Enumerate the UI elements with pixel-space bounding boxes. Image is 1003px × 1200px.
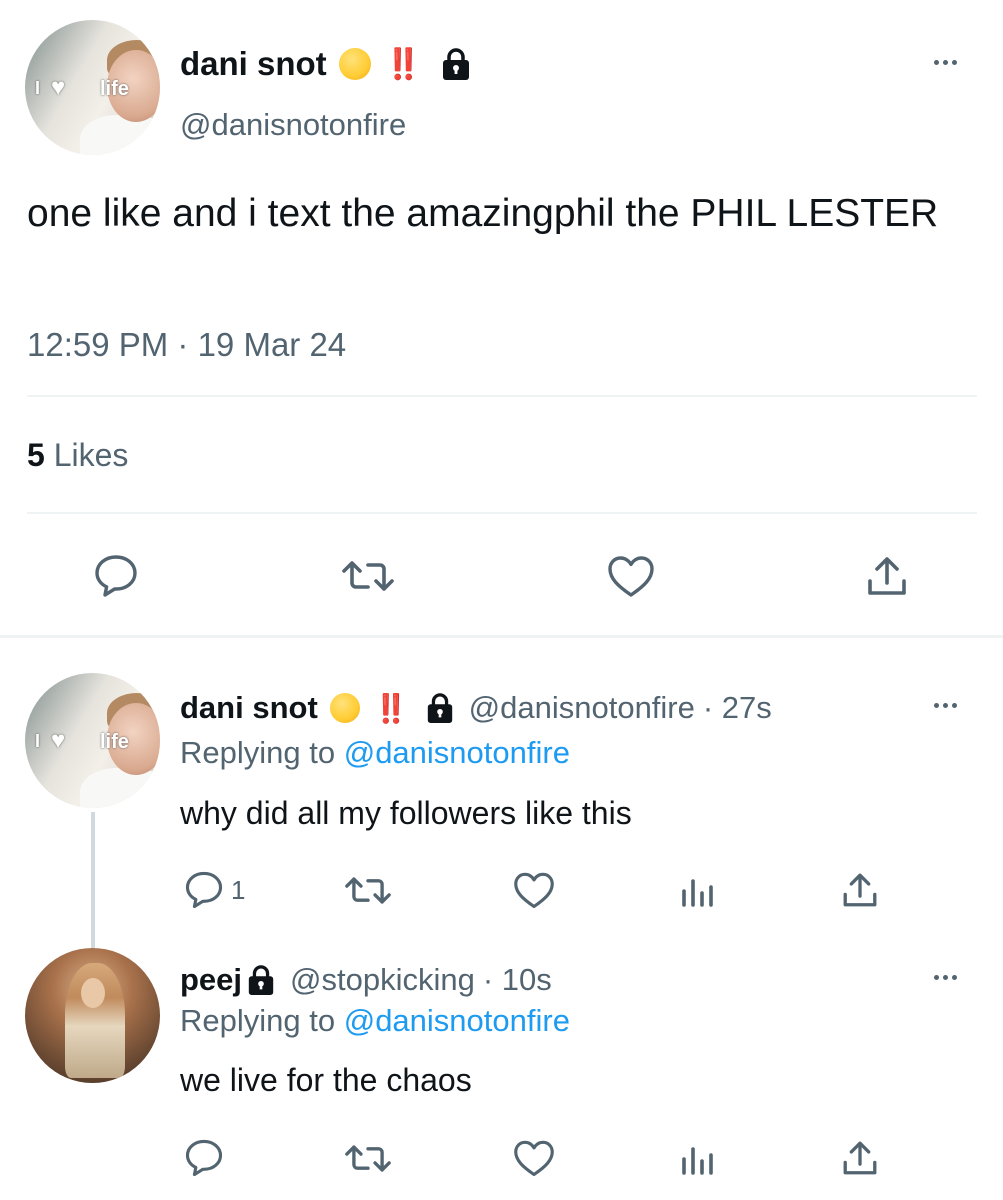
reply-text: why did all my followers like this [180, 795, 632, 831]
reply-icon [95, 555, 137, 597]
retweet-button[interactable] [343, 1140, 393, 1177]
retweet-icon [345, 1145, 391, 1172]
retweet-icon [342, 561, 394, 591]
share-icon [843, 1141, 877, 1175]
replying-handle-link[interactable]: @danisnotonfire [344, 1003, 570, 1038]
avatar-sticker-life: life [100, 731, 129, 753]
smirk-emoji-icon [338, 48, 371, 80]
author-name-row: dani snot ‼️ [180, 42, 472, 86]
avatar[interactable]: I ♥ life [25, 673, 160, 808]
replying-prefix: Replying to [180, 735, 336, 770]
share-icon [868, 557, 906, 595]
avatar-sticker-life: life [100, 78, 129, 100]
reply-icon [185, 871, 223, 909]
heart-icon: ♥ [51, 727, 66, 754]
avatar[interactable]: I ♥ life [25, 20, 160, 155]
analytics-icon [682, 879, 713, 907]
lock-icon [425, 692, 455, 724]
divider [27, 512, 977, 514]
reply-time[interactable]: · 10s [483, 962, 552, 998]
analytics-button[interactable] [680, 873, 716, 909]
avatar-shirt [80, 768, 160, 808]
like-button[interactable] [512, 1138, 556, 1178]
display-name[interactable]: dani snot [180, 690, 318, 726]
bang-emoji: ‼️ [384, 47, 422, 81]
reply-button[interactable] [183, 1138, 225, 1178]
reply-button[interactable] [92, 553, 140, 599]
display-name[interactable]: peej [180, 962, 242, 998]
divider [27, 395, 977, 397]
main-tweet: I ♥ life dani snot ‼️ @danisnotonfire on… [0, 0, 1003, 635]
avatar-shirt [80, 115, 160, 155]
share-icon [843, 873, 877, 907]
likes-stat[interactable]: 5 Likes [27, 437, 128, 474]
tweet-timestamp[interactable]: 12:59 PM · 19 Mar 24 [27, 326, 346, 364]
like-button[interactable] [606, 553, 656, 599]
author-handle[interactable]: @danisnotonfire [469, 690, 695, 726]
replying-to: Replying to @danisnotonfire [180, 735, 570, 771]
retweet-icon [345, 877, 391, 904]
more-icon[interactable] [934, 60, 957, 65]
replying-prefix: Replying to [180, 1003, 336, 1038]
likes-label: Likes [53, 437, 129, 473]
author-handle[interactable]: @stopkicking [290, 962, 475, 998]
likes-count: 5 [27, 437, 45, 473]
lock-icon [246, 964, 276, 996]
like-icon [514, 1140, 554, 1177]
avatar[interactable] [25, 948, 160, 1083]
like-icon [514, 872, 554, 909]
avatar-figure-face [81, 978, 105, 1008]
heart-icon: ♥ [51, 74, 66, 101]
like-icon [608, 556, 654, 597]
analytics-icon [682, 1147, 713, 1175]
smirk-emoji-icon [329, 693, 360, 723]
section-divider [0, 635, 1003, 638]
more-icon[interactable] [934, 703, 957, 708]
reply-button[interactable]: 1 [183, 870, 245, 910]
author-name-row: peej @stopkicking · 10s [180, 959, 552, 1001]
tweet-text: one like and i text the amazingphil the … [27, 192, 939, 235]
author-name-row: dani snot ‼️ @danisnotonfire · 27s [180, 687, 772, 729]
reply-icon [185, 1139, 223, 1177]
author-handle[interactable]: @danisnotonfire [180, 107, 406, 143]
share-button[interactable] [840, 1138, 880, 1178]
replying-to: Replying to @danisnotonfire [180, 1003, 570, 1039]
avatar-sticker-i: I [35, 731, 41, 751]
bang-emoji: ‼️ [373, 692, 409, 724]
share-button[interactable] [864, 553, 910, 599]
like-button[interactable] [512, 870, 556, 910]
avatar-sticker-i: I [35, 78, 41, 98]
reply-time[interactable]: · 27s [703, 690, 772, 726]
retweet-button[interactable] [340, 555, 396, 597]
share-button[interactable] [840, 870, 880, 910]
analytics-button[interactable] [680, 1141, 716, 1177]
reply-count: 1 [231, 874, 246, 905]
more-icon[interactable] [934, 975, 957, 980]
thread-line [91, 812, 95, 952]
display-name[interactable]: dani snot [180, 45, 327, 83]
retweet-button[interactable] [343, 872, 393, 909]
reply-text: we live for the chaos [180, 1062, 472, 1098]
replying-handle-link[interactable]: @danisnotonfire [344, 735, 570, 770]
lock-icon [440, 47, 472, 81]
